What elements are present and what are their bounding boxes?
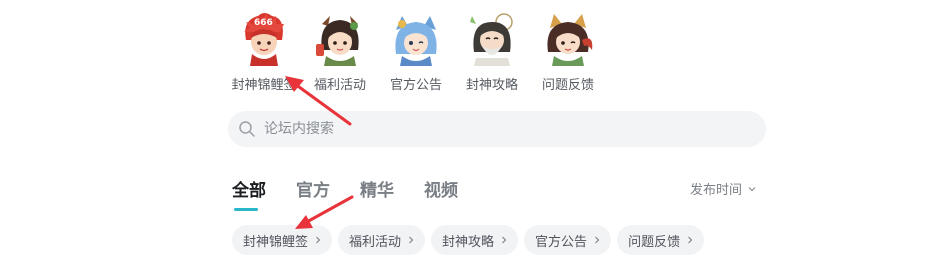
dark-hair-character-icon — [316, 16, 359, 66]
chevron-right-icon — [316, 236, 321, 244]
chevron-right-icon — [688, 236, 693, 244]
tab-all[interactable]: 全部 — [232, 176, 266, 211]
quick-link-label: 问题反馈 — [541, 78, 594, 93]
red-hair-character-icon: 666 — [244, 13, 284, 66]
chip-announcement[interactable]: 官方公告 — [524, 225, 612, 255]
tab-video[interactable]: 视频 — [424, 176, 458, 211]
blue-hair-character-icon — [395, 16, 437, 66]
quick-link-label: 封神攻略 — [465, 78, 518, 93]
tab-featured[interactable]: 精华 — [360, 176, 394, 211]
quick-link-label: 福利活动 — [313, 78, 366, 93]
chip-guide[interactable]: 封神攻略 — [431, 225, 519, 255]
chip-label: 封神攻略 — [442, 234, 495, 250]
quick-link-guide[interactable]: 封神攻略 — [454, 10, 530, 93]
quick-link-lucky-draw[interactable]: 666 封神锦鲤签 — [226, 10, 302, 93]
chip-label: 问题反馈 — [628, 234, 681, 250]
quick-link-welfare[interactable]: 福利活动 — [302, 10, 378, 93]
quick-links: 666 封神锦鲤签 福利活动 官方公告 封神攻略 问题反馈 — [226, 10, 606, 93]
chip-lucky-draw[interactable]: 封神锦鲤签 — [232, 225, 333, 255]
quick-link-announcement[interactable]: 官方公告 — [378, 10, 454, 93]
chevron-right-icon — [595, 236, 600, 244]
sort-dropdown[interactable]: 发布时间 — [690, 179, 757, 198]
mustache-character-icon — [470, 13, 513, 66]
chip-label: 封神锦鲤签 — [243, 234, 309, 250]
quick-link-feedback[interactable]: 问题反馈 — [530, 10, 606, 93]
chip-label: 官方公告 — [535, 234, 588, 250]
chip-label: 福利活动 — [349, 234, 402, 250]
fox-ear-character-icon — [547, 14, 593, 66]
forum-page: 666 封神锦鲤签 福利活动 官方公告 封神攻略 问题反馈 论坛内搜索 全部 官… — [0, 0, 940, 269]
chevron-down-icon — [748, 186, 756, 191]
quick-link-label: 封神锦鲤签 — [231, 78, 297, 93]
svg-text:666: 666 — [254, 18, 273, 28]
search-bar[interactable] — [228, 111, 766, 147]
chevron-right-icon — [502, 236, 507, 244]
sort-label: 发布时间 — [690, 183, 743, 198]
tab-official[interactable]: 官方 — [296, 176, 330, 211]
quick-link-label: 官方公告 — [389, 78, 442, 93]
chevron-right-icon — [409, 236, 414, 244]
topic-chips: 封神锦鲤签 福利活动 封神攻略 官方公告 问题反馈 — [232, 225, 710, 255]
chip-welfare[interactable]: 福利活动 — [338, 225, 426, 255]
search-icon — [239, 121, 255, 137]
search-input[interactable] — [264, 121, 744, 137]
chip-feedback[interactable]: 问题反馈 — [617, 225, 705, 255]
content-tabs: 全部 官方 精华 视频 — [232, 176, 488, 211]
